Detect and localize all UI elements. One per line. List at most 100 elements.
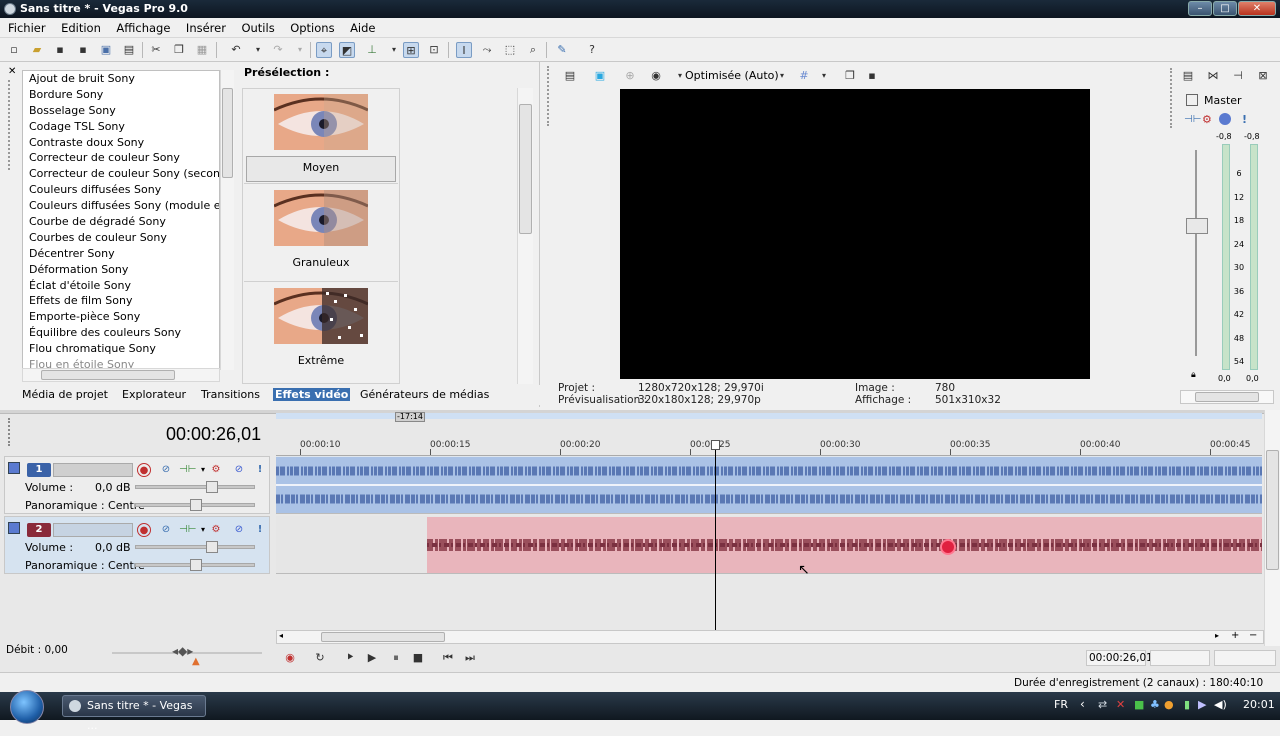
tab-media-projet[interactable]: Média de projet bbox=[22, 388, 108, 401]
close-panel-icon[interactable]: ✕ bbox=[8, 66, 16, 77]
fx-gear-icon[interactable]: ⚙ bbox=[1202, 113, 1212, 126]
menu-options[interactable]: Options bbox=[284, 18, 340, 38]
fx-dropdown-icon[interactable]: ▾ bbox=[196, 523, 210, 537]
pan-slider[interactable] bbox=[135, 559, 255, 571]
list-item[interactable]: Équilibre des couleurs Sony bbox=[23, 325, 219, 341]
slider-knob[interactable] bbox=[206, 541, 218, 553]
arm-record-icon[interactable]: ● bbox=[137, 463, 151, 477]
menu-inserer[interactable]: Insérer bbox=[180, 18, 232, 38]
preset-granuleux[interactable]: Granuleux bbox=[244, 186, 398, 282]
track-expand-icon[interactable] bbox=[8, 462, 20, 474]
menu-edition[interactable]: Edition bbox=[55, 18, 107, 38]
maximize-button[interactable]: □ bbox=[1213, 1, 1237, 16]
audio-event-track-1[interactable] bbox=[276, 457, 1262, 513]
pan-slider[interactable] bbox=[135, 499, 255, 511]
volume-slider[interactable] bbox=[135, 481, 255, 493]
master-fader-knob[interactable] bbox=[1186, 218, 1208, 234]
video-preview-screen[interactable] bbox=[620, 89, 1090, 379]
volume-icon[interactable]: ◀) bbox=[1214, 698, 1227, 711]
paste-icon[interactable]: ▦ bbox=[194, 42, 210, 58]
selection-length-field[interactable] bbox=[1214, 650, 1276, 666]
mute-icon[interactable]: ⊘ bbox=[232, 463, 246, 477]
close-button[interactable]: ✕ bbox=[1238, 1, 1276, 16]
list-item[interactable]: Flou chromatique Sony bbox=[23, 341, 219, 357]
track-fx-gear-icon[interactable]: ⚙ bbox=[209, 523, 223, 537]
fx-dropdown-icon[interactable]: ▾ bbox=[196, 463, 210, 477]
list-item[interactable]: Courbe de dégradé Sony bbox=[23, 214, 219, 230]
scroll-left-icon[interactable]: ◂ bbox=[279, 631, 283, 640]
show-hidden-icons-icon[interactable]: ‹ bbox=[1080, 697, 1085, 711]
bus-fx-icon[interactable]: ⊣⊢ bbox=[1184, 114, 1201, 125]
panel-grip-icon[interactable] bbox=[8, 418, 12, 446]
normal-edit-tool-icon[interactable]: I bbox=[456, 42, 472, 58]
quality-dropdown-icon[interactable]: ▾ bbox=[774, 68, 790, 84]
snap-dropdown-icon[interactable]: ▾ bbox=[386, 42, 402, 58]
rate-knob-icon[interactable]: ◂◆▸ bbox=[172, 644, 193, 658]
preview-fx-icon[interactable]: ⊕ bbox=[622, 68, 638, 84]
properties-icon[interactable]: ▤ bbox=[121, 42, 137, 58]
ignore-grouping-icon[interactable]: ⊡ bbox=[426, 42, 442, 58]
scroll-right-icon[interactable]: ▸ bbox=[1215, 631, 1219, 640]
tray-app-icon[interactable]: ▶ bbox=[1198, 698, 1206, 711]
fx-chain-icon[interactable]: ⊣⊢ bbox=[179, 523, 196, 537]
solo-icon[interactable]: ! bbox=[1242, 113, 1247, 126]
start-button[interactable] bbox=[10, 690, 44, 724]
play-icon[interactable]: ▶ bbox=[364, 650, 380, 666]
mixer-properties-icon[interactable]: ▤ bbox=[1180, 68, 1196, 84]
list-item[interactable]: Correcteur de couleur Sony (secondaire) bbox=[23, 166, 219, 182]
minimize-button[interactable]: – bbox=[1188, 1, 1212, 16]
list-item[interactable]: Éclat d'étoile Sony bbox=[23, 278, 219, 294]
track-fx-gear-icon[interactable]: ⚙ bbox=[209, 463, 223, 477]
tray-app-icon[interactable]: ♣ bbox=[1150, 698, 1160, 711]
volume-slider[interactable] bbox=[135, 541, 255, 553]
selection-tool-icon[interactable]: ⬚ bbox=[502, 42, 518, 58]
new-icon[interactable]: ▫ bbox=[6, 42, 22, 58]
list-item[interactable]: Bordure Sony bbox=[23, 87, 219, 103]
copy-snapshot-icon[interactable]: ❐ bbox=[842, 68, 858, 84]
list-item[interactable]: Codage TSL Sony bbox=[23, 119, 219, 135]
tray-app-icon[interactable]: ▮ bbox=[1184, 698, 1190, 711]
list-item[interactable]: Courbes de couleur Sony bbox=[23, 230, 219, 246]
list-item[interactable]: Correcteur de couleur Sony bbox=[23, 150, 219, 166]
cursor-position-field[interactable]: 00:00:26,01 bbox=[1086, 650, 1153, 666]
menu-outils[interactable]: Outils bbox=[235, 18, 280, 38]
selection-start-field[interactable] bbox=[1150, 650, 1210, 666]
tray-app-icon[interactable]: ■ bbox=[1134, 698, 1144, 711]
save-as-icon[interactable]: ▪ bbox=[75, 42, 91, 58]
scroll-thumb[interactable] bbox=[222, 88, 233, 178]
fx-chain-icon[interactable]: ⊣⊢ bbox=[179, 463, 196, 477]
list-item[interactable]: Couleurs diffusées Sony bbox=[23, 182, 219, 198]
split-screen-icon[interactable]: ◉ bbox=[648, 68, 664, 84]
go-to-start-icon[interactable]: ⏮ bbox=[440, 650, 456, 666]
scroll-thumb[interactable] bbox=[1266, 450, 1279, 570]
overlays-icon[interactable]: # bbox=[796, 68, 812, 84]
list-item[interactable]: Couleurs diffusées Sony (module externe bbox=[23, 198, 219, 214]
open-icon[interactable]: ▰ bbox=[29, 42, 45, 58]
presets-vscroll[interactable] bbox=[517, 88, 533, 384]
invert-phase-icon[interactable]: ⊘ bbox=[159, 523, 173, 537]
zoom-tool-icon[interactable]: ⌕ bbox=[525, 42, 541, 58]
loop-icon[interactable]: ↻ bbox=[312, 650, 328, 666]
tab-explorateur[interactable]: Explorateur bbox=[122, 388, 186, 401]
lock-envelopes-icon[interactable]: ⊞ bbox=[403, 42, 419, 58]
clock[interactable]: 20:01 bbox=[1243, 698, 1275, 711]
slider-knob[interactable] bbox=[206, 481, 218, 493]
solo-icon[interactable]: ! bbox=[253, 523, 267, 537]
preview-properties-icon[interactable]: ▤ bbox=[562, 68, 578, 84]
redo-icon[interactable]: ↷ bbox=[270, 42, 286, 58]
go-to-end-icon[interactable]: ⏭ bbox=[462, 650, 478, 666]
redo-dropdown-icon[interactable]: ▾ bbox=[292, 42, 308, 58]
pause-icon[interactable]: ⏸ bbox=[388, 650, 404, 666]
panel-grip-icon[interactable] bbox=[8, 80, 14, 170]
time-ruler[interactable]: 00:00:10 00:00:15 00:00:20 00:00:25 00:0… bbox=[276, 440, 1262, 456]
event-track-2[interactable] bbox=[427, 517, 1262, 573]
network-icon[interactable]: ⇄ bbox=[1098, 698, 1107, 711]
envelope-icon[interactable]: ◩ bbox=[339, 42, 355, 58]
zoom-in-icon[interactable]: + bbox=[1231, 630, 1239, 641]
tab-generateurs[interactable]: Générateurs de médias bbox=[360, 388, 489, 401]
mute-icon[interactable]: ⊘ bbox=[232, 523, 246, 537]
track-header-1[interactable]: 1 ● ⊘ ⊣⊢ ▾ ⚙ ⊘ ! Volume : 0,0 dB Panoram… bbox=[4, 456, 270, 514]
arm-record-icon[interactable]: ● bbox=[137, 523, 151, 537]
taskbar-item-vegas[interactable]: Sans titre * - Vegas ... bbox=[62, 695, 206, 732]
record-icon[interactable]: ◉ bbox=[282, 650, 298, 666]
